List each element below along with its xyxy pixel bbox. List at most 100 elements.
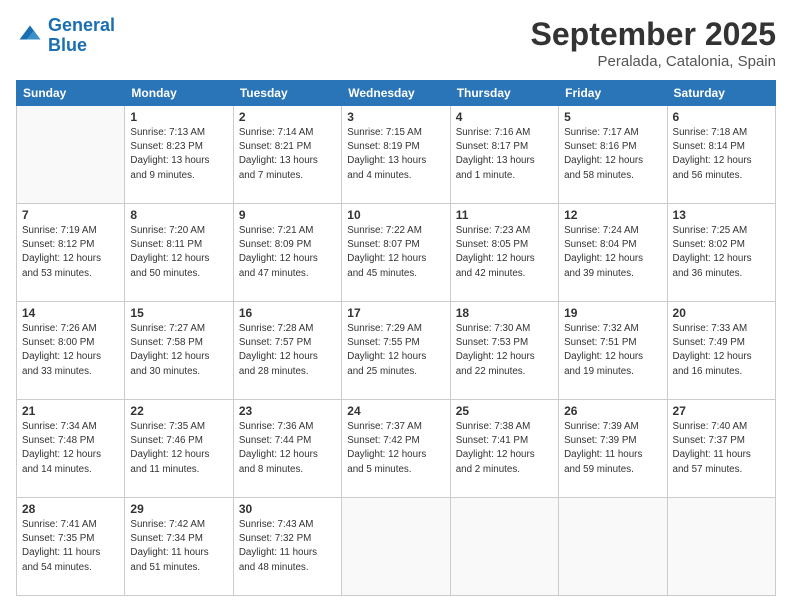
calendar-cell: 13 Sunrise: 7:25 AM Sunset: 8:02 PM Dayli… <box>667 204 775 302</box>
day-info: Sunrise: 7:20 AM Sunset: 8:11 PM Dayligh… <box>130 224 227 281</box>
header: General Blue September 2025 Peralada, Ca… <box>16 16 776 70</box>
day-info: Sunrise: 7:34 AM Sunset: 7:48 PM Dayligh… <box>22 420 119 477</box>
day-info: Sunrise: 7:41 AM Sunset: 7:35 PM Dayligh… <box>22 518 119 575</box>
day-info: Sunrise: 7:26 AM Sunset: 8:00 PM Dayligh… <box>22 322 119 379</box>
day-info: Sunrise: 7:38 AM Sunset: 7:41 PM Dayligh… <box>456 420 553 477</box>
title-block: September 2025 Peralada, Catalonia, Spai… <box>531 16 776 70</box>
day-number: 29 <box>130 502 227 516</box>
calendar-cell: 22Sunrise: 7:35 AM Sunset: 7:46 PM Dayli… <box>125 400 233 498</box>
calendar-cell: 1Sunrise: 7:13 AM Sunset: 8:23 PM Daylig… <box>125 106 233 204</box>
calendar-cell: 2 Sunrise: 7:14 AM Sunset: 8:21 PM Daylig… <box>233 106 341 204</box>
day-info: Sunrise: 7:32 AM Sunset: 7:51 PM Dayligh… <box>564 322 661 379</box>
calendar-col-header: Thursday <box>450 81 558 106</box>
logo-text: General Blue <box>48 16 115 56</box>
day-info: Sunrise: 7:15 AM Sunset: 8:19 PM Dayligh… <box>347 126 444 183</box>
calendar-table: SundayMondayTuesdayWednesdayThursdayFrid… <box>16 80 776 596</box>
day-number: 28 <box>22 502 119 516</box>
day-number: 13 <box>673 208 770 222</box>
calendar-cell: 27 Sunrise: 7:40 AM Sunset: 7:37 PM Dayli… <box>667 400 775 498</box>
logo: General Blue <box>16 16 115 56</box>
day-number: 17 <box>347 306 444 320</box>
calendar-cell: 16 Sunrise: 7:28 AM Sunset: 7:57 PM Dayli… <box>233 302 341 400</box>
calendar-week-row: 1Sunrise: 7:13 AM Sunset: 8:23 PM Daylig… <box>17 106 776 204</box>
day-number: 20 <box>673 306 770 320</box>
day-number: 24 <box>347 404 444 418</box>
day-number: 11 <box>456 208 553 222</box>
day-info: Sunrise: 7:30 AM Sunset: 7:53 PM Dayligh… <box>456 322 553 379</box>
day-number: 25 <box>456 404 553 418</box>
day-info: Sunrise: 7:23 AM Sunset: 8:05 PM Dayligh… <box>456 224 553 281</box>
day-number: 30 <box>239 502 336 516</box>
calendar-cell <box>667 498 775 596</box>
day-number: 16 <box>239 306 336 320</box>
calendar-week-row: 7 Sunrise: 7:19 AM Sunset: 8:12 PM Daylig… <box>17 204 776 302</box>
calendar-cell <box>450 498 558 596</box>
calendar-cell: 18 Sunrise: 7:30 AM Sunset: 7:53 PM Dayli… <box>450 302 558 400</box>
calendar-col-header: Monday <box>125 81 233 106</box>
page: General Blue September 2025 Peralada, Ca… <box>0 0 792 612</box>
day-info: Sunrise: 7:28 AM Sunset: 7:57 PM Dayligh… <box>239 322 336 379</box>
calendar-week-row: 21 Sunrise: 7:34 AM Sunset: 7:48 PM Dayli… <box>17 400 776 498</box>
day-number: 21 <box>22 404 119 418</box>
day-info: Sunrise: 7:24 AM Sunset: 8:04 PM Dayligh… <box>564 224 661 281</box>
calendar-cell: 3 Sunrise: 7:15 AM Sunset: 8:19 PM Daylig… <box>342 106 450 204</box>
calendar-cell: 11 Sunrise: 7:23 AM Sunset: 8:05 PM Dayli… <box>450 204 558 302</box>
day-number: 19 <box>564 306 661 320</box>
day-number: 9 <box>239 208 336 222</box>
day-number: 18 <box>456 306 553 320</box>
day-info: Sunrise: 7:40 AM Sunset: 7:37 PM Dayligh… <box>673 420 770 477</box>
day-info: Sunrise: 7:25 AM Sunset: 8:02 PM Dayligh… <box>673 224 770 281</box>
day-number: 5 <box>564 110 661 124</box>
day-info: Sunrise: 7:13 AM Sunset: 8:23 PM Dayligh… <box>130 126 227 183</box>
calendar-col-header: Saturday <box>667 81 775 106</box>
calendar-col-header: Sunday <box>17 81 125 106</box>
day-number: 2 <box>239 110 336 124</box>
day-info: Sunrise: 7:29 AM Sunset: 7:55 PM Dayligh… <box>347 322 444 379</box>
day-number: 27 <box>673 404 770 418</box>
calendar-col-header: Wednesday <box>342 81 450 106</box>
calendar-cell: 14 Sunrise: 7:26 AM Sunset: 8:00 PM Dayli… <box>17 302 125 400</box>
calendar-week-row: 28 Sunrise: 7:41 AM Sunset: 7:35 PM Dayli… <box>17 498 776 596</box>
calendar-cell: 30 Sunrise: 7:43 AM Sunset: 7:32 PM Dayli… <box>233 498 341 596</box>
calendar-cell: 28 Sunrise: 7:41 AM Sunset: 7:35 PM Dayli… <box>17 498 125 596</box>
day-info: Sunrise: 7:18 AM Sunset: 8:14 PM Dayligh… <box>673 126 770 183</box>
month-title: September 2025 <box>531 16 776 53</box>
day-info: Sunrise: 7:39 AM Sunset: 7:39 PM Dayligh… <box>564 420 661 477</box>
day-info: Sunrise: 7:22 AM Sunset: 8:07 PM Dayligh… <box>347 224 444 281</box>
day-info: Sunrise: 7:16 AM Sunset: 8:17 PM Dayligh… <box>456 126 553 183</box>
calendar-cell: 6Sunrise: 7:18 AM Sunset: 8:14 PM Daylig… <box>667 106 775 204</box>
day-number: 3 <box>347 110 444 124</box>
day-info: Sunrise: 7:21 AM Sunset: 8:09 PM Dayligh… <box>239 224 336 281</box>
day-info: Sunrise: 7:27 AM Sunset: 7:58 PM Dayligh… <box>130 322 227 379</box>
location: Peralada, Catalonia, Spain <box>531 53 776 70</box>
day-info: Sunrise: 7:14 AM Sunset: 8:21 PM Dayligh… <box>239 126 336 183</box>
calendar-cell <box>17 106 125 204</box>
calendar-header-row: SundayMondayTuesdayWednesdayThursdayFrid… <box>17 81 776 106</box>
calendar-col-header: Friday <box>559 81 667 106</box>
day-number: 26 <box>564 404 661 418</box>
calendar-week-row: 14 Sunrise: 7:26 AM Sunset: 8:00 PM Dayli… <box>17 302 776 400</box>
calendar-cell: 12 Sunrise: 7:24 AM Sunset: 8:04 PM Dayli… <box>559 204 667 302</box>
calendar-cell: 10 Sunrise: 7:22 AM Sunset: 8:07 PM Dayli… <box>342 204 450 302</box>
calendar-cell <box>559 498 667 596</box>
calendar-cell: 15 Sunrise: 7:27 AM Sunset: 7:58 PM Dayli… <box>125 302 233 400</box>
day-info: Sunrise: 7:35 AM Sunset: 7:46 PM Dayligh… <box>130 420 227 477</box>
day-info: Sunrise: 7:17 AM Sunset: 8:16 PM Dayligh… <box>564 126 661 183</box>
day-info: Sunrise: 7:19 AM Sunset: 8:12 PM Dayligh… <box>22 224 119 281</box>
calendar-cell: 19 Sunrise: 7:32 AM Sunset: 7:51 PM Dayli… <box>559 302 667 400</box>
day-info: Sunrise: 7:42 AM Sunset: 7:34 PM Dayligh… <box>130 518 227 575</box>
day-number: 14 <box>22 306 119 320</box>
calendar-cell: 7 Sunrise: 7:19 AM Sunset: 8:12 PM Daylig… <box>17 204 125 302</box>
day-number: 12 <box>564 208 661 222</box>
calendar-cell: 5 Sunrise: 7:17 AM Sunset: 8:16 PM Daylig… <box>559 106 667 204</box>
day-info: Sunrise: 7:43 AM Sunset: 7:32 PM Dayligh… <box>239 518 336 575</box>
calendar-cell: 9 Sunrise: 7:21 AM Sunset: 8:09 PM Daylig… <box>233 204 341 302</box>
calendar-cell: 20 Sunrise: 7:33 AM Sunset: 7:49 PM Dayli… <box>667 302 775 400</box>
day-number: 7 <box>22 208 119 222</box>
day-number: 10 <box>347 208 444 222</box>
day-info: Sunrise: 7:33 AM Sunset: 7:49 PM Dayligh… <box>673 322 770 379</box>
day-number: 15 <box>130 306 227 320</box>
calendar-col-header: Tuesday <box>233 81 341 106</box>
day-info: Sunrise: 7:36 AM Sunset: 7:44 PM Dayligh… <box>239 420 336 477</box>
day-number: 23 <box>239 404 336 418</box>
